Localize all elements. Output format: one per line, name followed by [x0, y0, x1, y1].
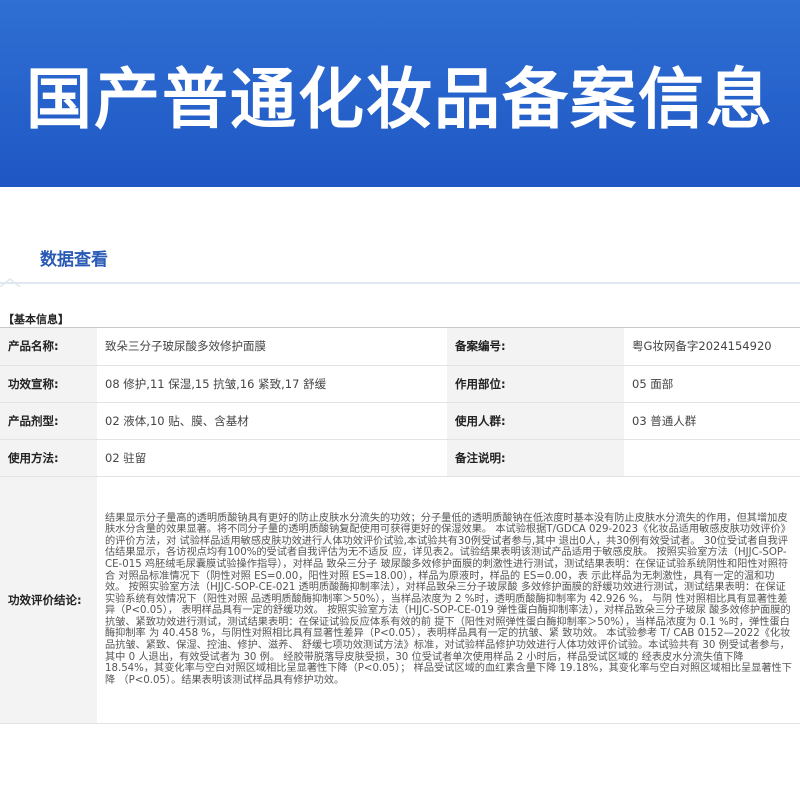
application-area-label: 作用部位:	[447, 365, 624, 403]
product-name-label: 产品名称:	[0, 328, 97, 366]
table-row: 功效评价结论: 结果显示分子量高的透明质酸钠具有更好的防止皮肤水分流失的功效；分…	[0, 476, 800, 724]
remarks-label: 备注说明:	[447, 439, 624, 477]
info-table: 产品名称: 致朵三分子玻尿酸多效修护面膜 备案编号: 粤G妆网备字2024154…	[0, 328, 800, 724]
section-title: 【基本信息】	[3, 313, 69, 326]
product-name-value: 致朵三分子玻尿酸多效修护面膜	[97, 328, 447, 366]
tab-data-view[interactable]: 数据查看	[40, 245, 108, 270]
tab-divider	[0, 282, 800, 284]
efficacy-conclusion-text: 结果显示分子量高的透明质酸钠具有更好的防止皮肤水分流失的功效；分子量低的透明质酸…	[97, 476, 800, 724]
efficacy-claim-value: 08 修护,11 保湿,15 抗皱,16 紧致,17 舒缓	[97, 365, 447, 403]
application-area-value: 05 面部	[624, 365, 800, 403]
registration-number-value: 粤G妆网备字2024154920	[624, 328, 800, 366]
tab-area	[0, 187, 800, 287]
dosage-form-value: 02 液体,10 贴、膜、含基材	[97, 402, 447, 440]
page-title: 国产普通化妆品备案信息	[26, 60, 774, 138]
header-banner: 国产普通化妆品备案信息	[0, 0, 800, 187]
efficacy-claim-label: 功效宣称:	[0, 365, 97, 403]
registration-number-label: 备案编号:	[447, 328, 624, 366]
dosage-form-label: 产品剂型:	[0, 402, 97, 440]
target-users-label: 使用人群:	[447, 402, 624, 440]
target-users-value: 03 普通人群	[624, 402, 800, 440]
table-row: 功效宣称: 08 修护,11 保湿,15 抗皱,16 紧致,17 舒缓 作用部位…	[0, 365, 800, 403]
table-row: 产品剂型: 02 液体,10 贴、膜、含基材 使用人群: 03 普通人群	[0, 402, 800, 440]
remarks-value	[624, 439, 800, 477]
table-row: 使用方法: 02 驻留 备注说明:	[0, 439, 800, 477]
usage-method-value: 02 驻留	[97, 439, 447, 477]
table-row: 产品名称: 致朵三分子玻尿酸多效修护面膜 备案编号: 粤G妆网备字2024154…	[0, 328, 800, 366]
efficacy-conclusion-label: 功效评价结论:	[0, 476, 97, 724]
usage-method-label: 使用方法:	[0, 439, 97, 477]
